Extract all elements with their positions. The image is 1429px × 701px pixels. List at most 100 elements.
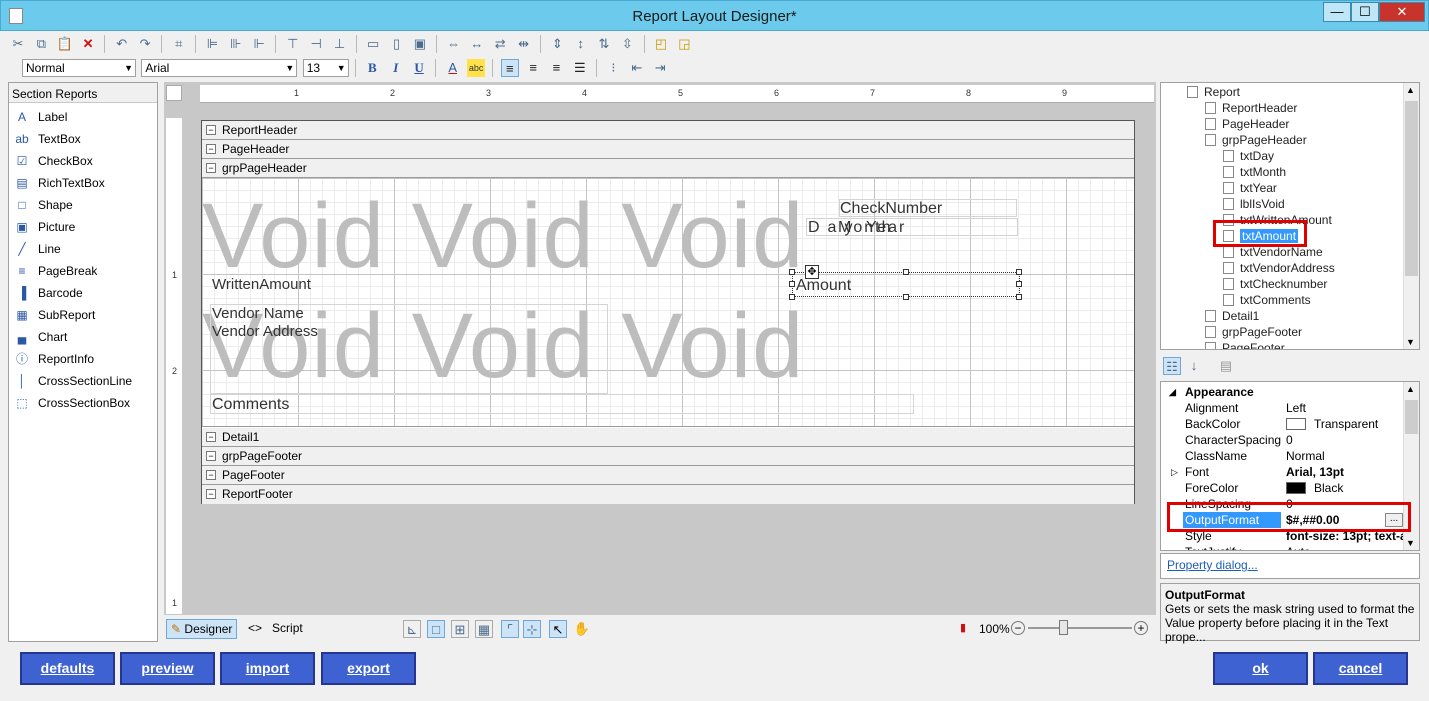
section-report-header[interactable]: − ReportHeader [202,121,1134,140]
ruler-toggle-icon[interactable]: ⊾ [403,620,421,638]
select-pointer-icon[interactable]: ↖ [549,620,567,638]
comments-field[interactable]: Comments [212,396,289,414]
decrease-indent-icon[interactable]: ⇤ [628,59,646,77]
resize-handle[interactable] [1016,269,1022,275]
tree-node-txtday[interactable]: txtDay [1223,148,1274,164]
chevron-up-icon[interactable]: ▲ [1406,85,1415,95]
justify-icon[interactable]: ☰ [571,59,589,77]
align-centers-icon[interactable]: ⊪ [227,35,245,53]
property-value[interactable]: Left [1286,400,1306,416]
minimize-button[interactable]: — [1323,2,1351,22]
property-value[interactable]: Black [1286,480,1343,496]
check-number-field[interactable]: CheckNumber [840,200,942,218]
section-grp-page-header[interactable]: − grpPageHeader [202,159,1134,178]
align-middles-icon[interactable]: ⊣ [307,35,325,53]
toolbox-item-richtextbox[interactable]: ▤ RichTextBox [9,172,157,194]
property-row-forecolor[interactable]: ForeColor Black [1161,480,1405,496]
zoom-in-button[interactable]: + [1134,621,1148,635]
collapse-icon[interactable]: − [206,125,216,135]
import-button[interactable]: import [220,652,315,685]
void-watermark-1[interactable]: Void Void Void [202,190,804,282]
toolbox-item-pagebreak[interactable]: ≡ PageBreak [9,260,157,282]
tree-node-txtmonth[interactable]: txtMonth [1223,164,1286,180]
same-width-icon[interactable]: ▭ [364,35,382,53]
chevron-down-icon[interactable]: ▼ [1406,337,1415,347]
property-dialog-link[interactable]: Property dialog... [1167,558,1258,572]
align-tops-icon[interactable]: ⊤ [284,35,302,53]
vspacing-equal-icon[interactable]: ⇕ [548,35,566,53]
align-rights-icon[interactable]: ⊩ [250,35,268,53]
dimension-lines-icon[interactable]: □ [427,620,445,638]
section-page-header[interactable]: − PageHeader [202,140,1134,159]
toolbox-item-picture[interactable]: ▣ Picture [9,216,157,238]
zoom-slider-track[interactable] [1028,627,1132,629]
year-field[interactable]: Year [866,219,906,237]
tree-node-txtchecknumber[interactable]: txtChecknumber [1223,276,1327,292]
tree-node-grppagefooter[interactable]: grpPageFooter [1205,324,1302,340]
snap-to-lines-icon[interactable]: ⊹ [523,620,541,638]
property-value[interactable]: Transparent [1286,416,1378,432]
toolbox-item-label[interactable]: A Label [9,106,157,128]
tab-script[interactable]: <> Script [244,619,307,639]
tree-node-pageheader[interactable]: PageHeader [1205,116,1289,132]
property-row-font[interactable]: ▷ Font Arial, 13pt [1161,464,1405,480]
move-icon[interactable]: ✥ [805,265,819,279]
grp-page-header-body[interactable]: Void Void Void Void Void Void CheckNumbe… [202,178,1134,427]
maximize-button[interactable]: ☐ [1351,2,1379,22]
zoom-slider-thumb[interactable] [1059,620,1068,635]
ok-button[interactable]: ok [1213,652,1308,685]
italic-button[interactable]: I [387,59,405,77]
toolbox-item-crosssectionbox[interactable]: ⬚ CrossSectionBox [9,392,157,414]
comments-box[interactable] [210,394,914,414]
grid-icon[interactable]: ▦ [475,620,493,638]
cancel-button[interactable]: cancel [1313,652,1408,685]
align-right-icon[interactable]: ≡ [547,59,565,77]
snap-lines-icon[interactable]: ⊞ [451,620,469,638]
property-value[interactable]: Normal [1286,448,1325,464]
hspacing-decrease-icon[interactable]: ⇄ [491,35,509,53]
bullets-icon[interactable]: ⁝ [605,59,623,77]
preview-button[interactable]: preview [120,652,215,685]
property-row-backcolor[interactable]: BackColor Transparent [1161,416,1405,432]
toolbox-item-crosssectionline[interactable]: │ CrossSectionLine [9,370,157,392]
resize-handle[interactable] [789,281,795,287]
property-row-textjustify[interactable]: TextJustify Auto [1161,544,1405,550]
style-combo[interactable]: Normal ▼ [22,59,136,77]
tree-node-txtvendoraddress[interactable]: txtVendorAddress [1223,260,1335,276]
categorized-icon[interactable]: ☷ [1163,357,1181,375]
align-to-grid-icon[interactable]: ⌗ [170,35,188,53]
resize-handle[interactable] [789,294,795,300]
hspacing-increase-icon[interactable]: ↔ [468,35,486,53]
delete-icon[interactable]: ✕ [79,35,97,53]
font-size-combo[interactable]: 13 ▼ [302,59,349,77]
property-row-classname[interactable]: ClassName Normal [1161,448,1405,464]
increase-indent-icon[interactable]: ⇥ [651,59,669,77]
tree-node-report[interactable]: Report [1187,84,1240,100]
tree-node-grppageheader[interactable]: grpPageHeader [1205,132,1307,148]
toolbox-item-checkbox[interactable]: ☑ CheckBox [9,150,157,172]
resize-handle[interactable] [789,269,795,275]
tree-scrollbar[interactable]: ▲ ▼ [1403,83,1419,349]
collapse-icon[interactable]: − [206,163,216,173]
align-center-icon[interactable]: ≡ [524,59,542,77]
tree-node-lblisvoid[interactable]: lblIsVoid [1223,196,1285,212]
hspacing-remove-icon[interactable]: ⇹ [515,35,533,53]
backcolor-icon[interactable]: abc [467,59,486,77]
section-page-footer[interactable]: − PageFooter [202,466,1134,485]
align-bottoms-icon[interactable]: ⊥ [331,35,349,53]
paste-icon[interactable]: 📋 [56,35,74,53]
cut-icon[interactable]: ✂ [9,35,27,53]
vspacing-remove-icon[interactable]: ⇳ [618,35,636,53]
copy-icon[interactable]: ⧉ [32,35,50,53]
undo-icon[interactable]: ↶ [113,35,131,53]
vspacing-decrease-icon[interactable]: ⇅ [595,35,613,53]
toolbox-item-textbox[interactable]: ab TextBox [9,128,157,150]
amount-field[interactable]: Amount [796,277,851,295]
tree-node-reportheader[interactable]: ReportHeader [1205,100,1297,116]
section-report-footer[interactable]: − ReportFooter [202,485,1134,504]
pan-hand-icon[interactable]: ✋ [573,620,591,638]
property-value[interactable]: Arial, 13pt [1286,464,1344,480]
export-button[interactable]: export [321,652,416,685]
resize-handle[interactable] [1016,294,1022,300]
property-value[interactable]: Auto [1286,544,1311,550]
